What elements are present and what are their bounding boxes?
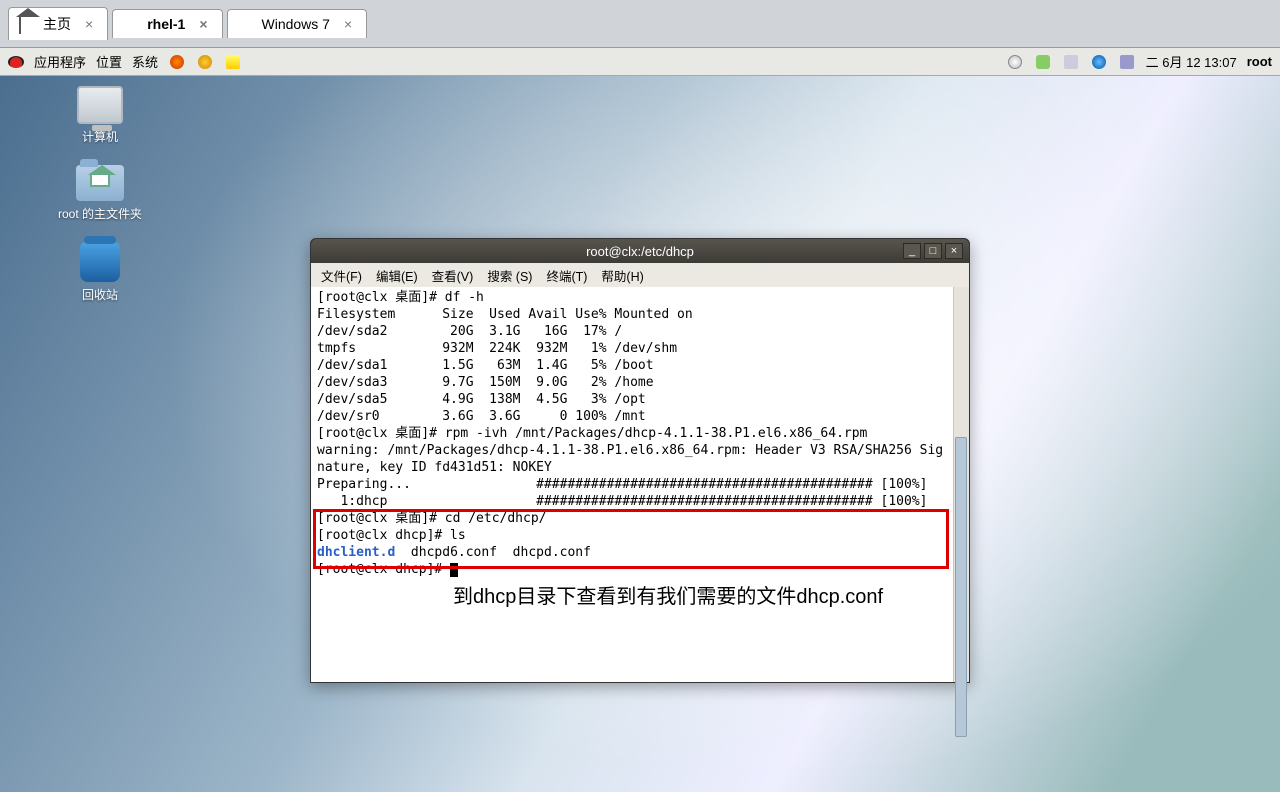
desktop-trash[interactable]: 回收站: [80, 242, 120, 303]
firefox-icon[interactable]: [170, 55, 184, 69]
cpu-monitor-icon[interactable]: [1008, 55, 1022, 69]
terminal-scrollbar[interactable]: [953, 287, 969, 682]
volume-icon[interactable]: [1064, 55, 1078, 69]
vm-tab-bar: 主页 × rhel-1 × Windows 7 ×: [0, 0, 1280, 48]
menu-search[interactable]: 搜索 (S): [487, 266, 532, 285]
menu-terminal[interactable]: 终端(T): [546, 266, 587, 285]
menu-system[interactable]: 系统: [132, 52, 158, 71]
desktop-label: root 的主文件夹: [58, 205, 142, 222]
desktop-label: 回收站: [82, 286, 118, 303]
close-icon[interactable]: ×: [199, 16, 207, 32]
vm-tab-windows[interactable]: Windows 7 ×: [227, 9, 368, 38]
minimize-button[interactable]: _: [903, 243, 921, 259]
trash-icon: [80, 242, 120, 282]
vm-tab-label: rhel-1: [147, 16, 185, 32]
terminal-body[interactable]: [root@clx 桌面]# df -h Filesystem Size Use…: [311, 287, 969, 682]
computer-icon: [77, 86, 123, 124]
close-icon[interactable]: ×: [85, 16, 93, 32]
gnome-top-panel: 应用程序 位置 系统 二 6月 12 13:07 root: [0, 48, 1280, 76]
user-menu[interactable]: root: [1247, 54, 1272, 69]
folder-home-icon: [76, 165, 124, 201]
notes-icon[interactable]: [226, 55, 240, 69]
home-icon: [19, 17, 35, 31]
terminal-output: [root@clx 桌面]# df -h Filesystem Size Use…: [317, 289, 967, 680]
close-button[interactable]: ×: [945, 243, 963, 259]
terminal-menubar: 文件(F) 编辑(E) 查看(V) 搜索 (S) 终端(T) 帮助(H): [311, 263, 969, 287]
annotation-text: 到dhcp目录下查看到有我们需要的文件dhcp.conf: [451, 579, 885, 610]
rhel-icon: [123, 17, 139, 31]
vm-tab-label: 主页: [43, 14, 71, 34]
menu-applications[interactable]: 应用程序: [34, 52, 86, 71]
menu-help[interactable]: 帮助(H): [601, 266, 643, 285]
terminal-titlebar[interactable]: root@clx:/etc/dhcp _ □ ×: [311, 239, 969, 263]
desktop-computer[interactable]: 计算机: [77, 86, 123, 145]
update-icon[interactable]: [1036, 55, 1050, 69]
windows-icon: [238, 17, 254, 31]
scrollbar-thumb[interactable]: [955, 437, 967, 737]
close-icon[interactable]: ×: [344, 16, 352, 32]
menu-places[interactable]: 位置: [96, 52, 122, 71]
cursor-icon: [450, 563, 458, 577]
desktop[interactable]: 计算机 root 的主文件夹 回收站 root@clx:/etc/dhcp _ …: [0, 76, 1280, 792]
terminal-window: root@clx:/etc/dhcp _ □ × 文件(F) 编辑(E) 查看(…: [310, 238, 970, 683]
terminal-title-text: root@clx:/etc/dhcp: [586, 244, 694, 259]
menu-file[interactable]: 文件(F): [321, 266, 362, 285]
menu-edit[interactable]: 编辑(E): [376, 266, 418, 285]
vm-tab-rhel[interactable]: rhel-1 ×: [112, 9, 222, 38]
redhat-icon[interactable]: [8, 56, 24, 68]
mail-icon[interactable]: [198, 55, 212, 69]
bluetooth-icon[interactable]: [1092, 55, 1106, 69]
desktop-home-folder[interactable]: root 的主文件夹: [58, 165, 142, 222]
vm-tab-home[interactable]: 主页 ×: [8, 7, 108, 40]
network-icon[interactable]: [1120, 55, 1134, 69]
maximize-button[interactable]: □: [924, 243, 942, 259]
clock[interactable]: 二 6月 12 13:07: [1146, 52, 1237, 71]
vm-tab-label: Windows 7: [262, 16, 330, 32]
menu-view[interactable]: 查看(V): [432, 266, 474, 285]
